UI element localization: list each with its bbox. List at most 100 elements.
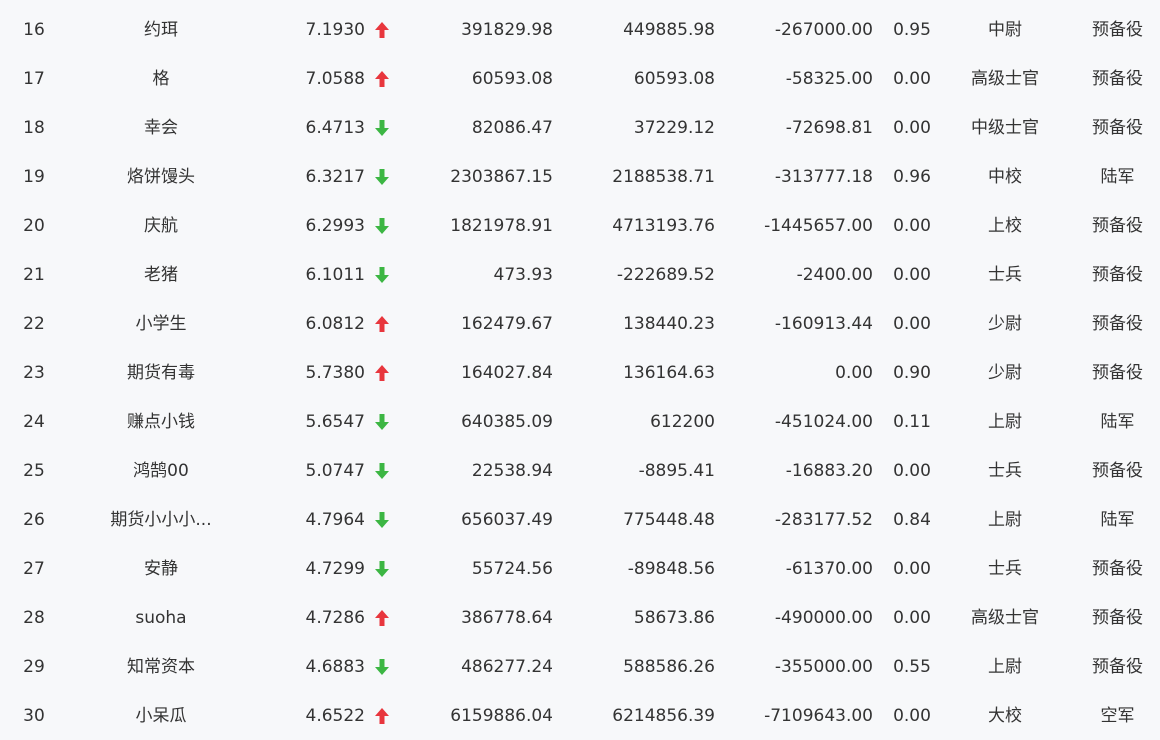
rank-cell: 17 [23, 69, 45, 89]
value-1-cell: 164027.84 [461, 363, 553, 383]
name-cell[interactable]: 约珥 [90, 6, 232, 55]
score-cell: 4.7299 [305, 559, 365, 579]
value-1-cell: 473.93 [493, 265, 553, 285]
military-rank-cell: 士兵 [988, 559, 1022, 579]
table-row[interactable]: 17 格 7.0588 60593.08 60593.08 -58325.00 0.00 高级… [0, 55, 1160, 104]
score-cell: 4.7964 [305, 510, 365, 530]
value-3-cell: -267000.00 [774, 20, 873, 40]
value-3-cell: -313777.18 [774, 167, 873, 187]
ratio-cell: 0.00 [893, 559, 931, 579]
arrow-up-icon [374, 315, 390, 333]
military-rank-cell: 中校 [988, 167, 1022, 187]
military-rank-cell: 士兵 [988, 265, 1022, 285]
value-3-cell: -7109643.00 [764, 706, 873, 726]
military-rank-cell: 上尉 [988, 510, 1022, 530]
ratio-cell: 0.00 [893, 265, 931, 285]
value-3-cell: -58325.00 [785, 69, 873, 89]
ratio-cell: 0.96 [893, 167, 931, 187]
name-cell[interactable]: 鸿鹄00 [90, 447, 232, 496]
name-cell[interactable]: 知常资本 [90, 643, 232, 692]
rank-cell: 23 [23, 363, 45, 383]
arrow-down-icon [374, 413, 390, 431]
table-row[interactable]: 22 小学生 6.0812 162479.67 138440.23 -160913.44 0… [0, 300, 1160, 349]
value-2-cell: 37229.12 [633, 118, 715, 138]
ratio-cell: 0.00 [893, 314, 931, 334]
table-row[interactable]: 26 期货小小小... 4.7964 656037.49 775448.48 -28317… [0, 496, 1160, 545]
value-1-cell: 82086.47 [471, 118, 553, 138]
trend-down-icon [372, 104, 392, 153]
rank-cell: 28 [23, 608, 45, 628]
table-row[interactable]: 28 suoha 4.7286 386778.64 58673.86 -490000.00… [0, 594, 1160, 643]
military-rank-cell: 高级士官 [971, 69, 1039, 89]
value-2-cell: 449885.98 [623, 20, 715, 40]
value-2-cell: 138440.23 [623, 314, 715, 334]
branch-cell: 预备役 [1092, 118, 1143, 138]
branch-cell: 预备役 [1092, 559, 1143, 579]
arrow-down-icon [374, 119, 390, 137]
name-cell[interactable]: 庆航 [90, 202, 232, 251]
table-row[interactable]: 16 约珥 7.1930 391829.98 449885.98 -267000.00 0.… [0, 6, 1160, 55]
ratio-cell: 0.84 [893, 510, 931, 530]
branch-cell: 预备役 [1092, 265, 1143, 285]
value-2-cell: 612200 [650, 412, 715, 432]
rank-cell: 30 [23, 706, 45, 726]
ranking-table: 16 约珥 7.1930 391829.98 449885.98 -267000.00 0.… [0, 0, 1160, 740]
name-cell[interactable]: 小呆瓜 [90, 692, 232, 740]
table-row[interactable]: 24 赚点小钱 5.6547 640385.09 612200 -451024.00 0.1… [0, 398, 1160, 447]
ratio-cell: 0.00 [893, 118, 931, 138]
value-2-cell: 588586.26 [623, 657, 715, 677]
name-cell[interactable]: 小学生 [90, 300, 232, 349]
value-1-cell: 656037.49 [461, 510, 553, 530]
arrow-down-icon [374, 560, 390, 578]
table-row[interactable]: 19 烙饼馒头 6.3217 2303867.15 2188538.71 -313777.… [0, 153, 1160, 202]
name-cell[interactable]: 安静 [90, 545, 232, 594]
value-3-cell: -16883.20 [785, 461, 873, 481]
value-3-cell: -451024.00 [774, 412, 873, 432]
value-2-cell: 4713193.76 [612, 216, 715, 236]
branch-cell: 陆军 [1100, 167, 1135, 187]
trend-up-icon [372, 55, 392, 104]
value-1-cell: 386778.64 [461, 608, 553, 628]
arrow-up-icon [374, 707, 390, 725]
name-cell[interactable]: 期货有毒 [90, 349, 232, 398]
rank-cell: 20 [23, 216, 45, 236]
military-rank-cell: 少尉 [988, 314, 1022, 334]
branch-cell: 预备役 [1092, 216, 1143, 236]
name-cell[interactable]: 格 [90, 55, 232, 104]
name-cell[interactable]: 老猪 [90, 251, 232, 300]
ratio-cell: 0.00 [893, 69, 931, 89]
table-row[interactable]: 30 小呆瓜 4.6522 6159886.04 6214856.39 -7109643.… [0, 692, 1160, 740]
value-1-cell: 22538.94 [471, 461, 553, 481]
name-cell[interactable]: 期货小小小... [90, 496, 232, 545]
table-row[interactable]: 18 幸会 6.4713 82086.47 37229.12 -72698.81 0.00 中… [0, 104, 1160, 153]
table-row[interactable]: 27 安静 4.7299 55724.56 -89848.56 -61370.00 0.00… [0, 545, 1160, 594]
value-3-cell: -283177.52 [774, 510, 873, 530]
rank-cell: 19 [23, 167, 45, 187]
branch-cell: 陆军 [1100, 510, 1135, 530]
name-cell[interactable]: suoha [90, 594, 232, 643]
branch-cell: 预备役 [1092, 461, 1143, 481]
value-2-cell: 136164.63 [623, 363, 715, 383]
ratio-cell: 0.00 [893, 608, 931, 628]
table-row[interactable]: 21 老猪 6.1011 473.93 -222689.52 -2400.00 0.00 士兵… [0, 251, 1160, 300]
score-cell: 4.6522 [305, 706, 365, 726]
table-row[interactable]: 25 鸿鹄00 5.0747 22538.94 -8895.41 -16883.20 0.0… [0, 447, 1160, 496]
value-2-cell: -8895.41 [638, 461, 715, 481]
arrow-up-icon [374, 364, 390, 382]
trend-up-icon [372, 6, 392, 55]
table-row[interactable]: 20 庆航 6.2993 1821978.91 4713193.76 -1445657.0… [0, 202, 1160, 251]
arrow-up-icon [374, 21, 390, 39]
name-cell[interactable]: 赚点小钱 [90, 398, 232, 447]
arrow-down-icon [374, 511, 390, 529]
value-3-cell: -355000.00 [774, 657, 873, 677]
military-rank-cell: 中级士官 [971, 118, 1039, 138]
arrow-down-icon [374, 462, 390, 480]
rank-cell: 18 [23, 118, 45, 138]
value-3-cell: -61370.00 [785, 559, 873, 579]
name-cell[interactable]: 烙饼馒头 [90, 153, 232, 202]
table-row[interactable]: 29 知常资本 4.6883 486277.24 588586.26 -355000.00… [0, 643, 1160, 692]
name-cell[interactable]: 幸会 [90, 104, 232, 153]
table-row[interactable]: 23 期货有毒 5.7380 164027.84 136164.63 0.00 0.90 少尉… [0, 349, 1160, 398]
value-2-cell: -222689.52 [616, 265, 715, 285]
military-rank-cell: 上尉 [988, 412, 1022, 432]
